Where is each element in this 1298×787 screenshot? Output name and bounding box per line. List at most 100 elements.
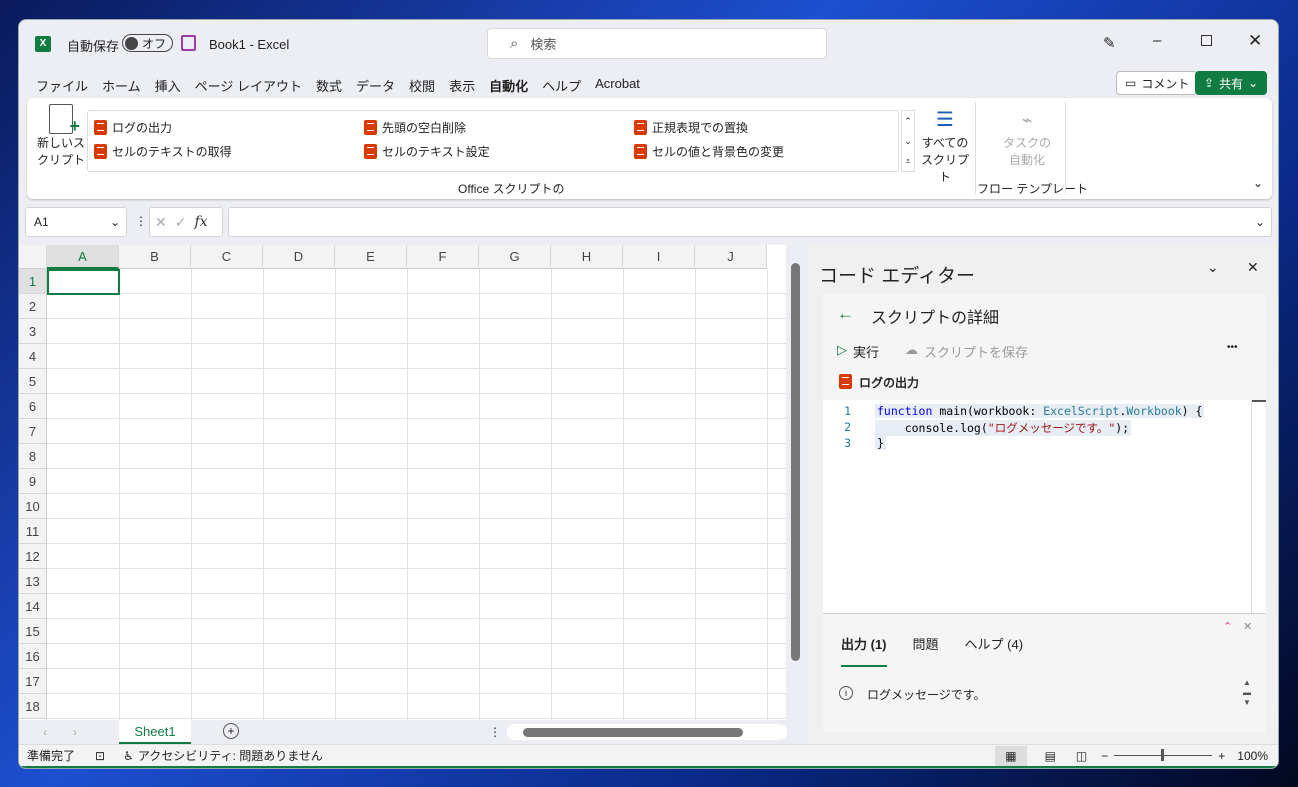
share-button[interactable]: ⇪ 共有 ⌄	[1195, 71, 1268, 95]
output-scrollbar[interactable]: ▲ ▬ ▼	[1243, 678, 1251, 708]
save-script-button[interactable]: ☁ スクリプトを保存	[905, 342, 1028, 361]
collapse-chevron-icon[interactable]: ⌄	[1207, 259, 1219, 276]
column-header-H[interactable]: H	[551, 245, 623, 269]
row-header-12[interactable]: 12	[19, 544, 47, 569]
column-header-E[interactable]: E	[335, 245, 407, 269]
row-header-13[interactable]: 13	[19, 569, 47, 594]
column-header-C[interactable]: C	[191, 245, 263, 269]
row-header-17[interactable]: 17	[19, 669, 47, 694]
script-item[interactable]: 先頭の空白削除	[364, 119, 466, 136]
tab-5[interactable]: データ	[349, 72, 402, 101]
automate-task-button[interactable]: ⌁ タスクの 自動化	[989, 106, 1065, 168]
macro-record-icon[interactable]: ⊡	[95, 749, 105, 763]
normal-view-button[interactable]: ▦	[995, 745, 1027, 766]
code-line[interactable]: }	[875, 436, 886, 450]
row-header-10[interactable]: 10	[19, 494, 47, 519]
row-header-11[interactable]: 11	[19, 519, 47, 544]
row-header-18[interactable]: 18	[19, 694, 47, 719]
close-button[interactable]: ✕	[1248, 31, 1262, 51]
tab-2[interactable]: 挿入	[148, 72, 188, 101]
code-area[interactable]: 1 function main(workbook: ExcelScript.Wor…	[823, 400, 1266, 613]
row-header-1[interactable]: 1	[19, 269, 47, 294]
name-box[interactable]: A1 ⌄	[25, 207, 127, 237]
output-tab-0[interactable]: 出力 (1)	[841, 634, 887, 667]
more-options-button[interactable]: •••	[1227, 342, 1238, 353]
horizontal-scrollbar[interactable]	[507, 724, 787, 740]
tab-0[interactable]: ファイル	[29, 72, 95, 101]
autosave-toggle[interactable]: オフ	[122, 34, 174, 52]
column-header-D[interactable]: D	[263, 245, 335, 269]
column-header-F[interactable]: F	[407, 245, 479, 269]
comment-button[interactable]: ▭ コメント	[1116, 71, 1199, 95]
all-scripts-button[interactable]: ☰ すべての スクリプト	[917, 106, 973, 185]
script-item[interactable]: セルの値と背景色の変更	[634, 143, 784, 160]
script-item[interactable]: ログの出力	[94, 119, 172, 136]
expand-output-icon[interactable]: ⌃	[1223, 620, 1232, 633]
search-box[interactable]: ⌕ 検索	[487, 28, 827, 59]
close-output-icon[interactable]: ✕	[1243, 620, 1252, 633]
formula-input[interactable]: ⌄	[228, 207, 1272, 237]
tab-9[interactable]: ヘルプ	[535, 72, 588, 101]
more-icon[interactable]: ⋮	[135, 214, 147, 228]
save-icon[interactable]	[181, 35, 196, 51]
accessibility-icon[interactable]: ♿	[123, 749, 134, 763]
enter-icon[interactable]: ✓	[175, 214, 187, 231]
row-header-15[interactable]: 15	[19, 619, 47, 644]
tab-3[interactable]: ページ レイアウト	[188, 72, 309, 101]
zoom-slider[interactable]	[1114, 749, 1213, 761]
row-header-14[interactable]: 14	[19, 594, 47, 619]
maximize-button[interactable]	[1201, 35, 1212, 46]
tab-1[interactable]: ホーム	[95, 72, 148, 101]
close-pane-icon[interactable]: ✕	[1247, 259, 1259, 276]
script-item[interactable]: セルのテキスト設定	[364, 143, 490, 160]
active-cell-a1[interactable]	[47, 269, 120, 295]
tab-split-handle[interactable]: ⋮	[489, 725, 501, 739]
tab-10[interactable]: Acrobat	[588, 72, 647, 101]
select-all-corner[interactable]	[19, 245, 47, 269]
row-header-8[interactable]: 8	[19, 444, 47, 469]
row-header-3[interactable]: 3	[19, 319, 47, 344]
row-header-6[interactable]: 6	[19, 394, 47, 419]
code-line[interactable]: console.log("ログメッセージです。");	[875, 420, 1132, 436]
tab-8[interactable]: 自動化	[482, 72, 536, 101]
column-header-G[interactable]: G	[479, 245, 551, 269]
column-header-A[interactable]: A	[47, 245, 119, 269]
page-layout-view-button[interactable]: ▤	[1045, 749, 1056, 763]
fx-icon[interactable]: fx	[194, 214, 207, 230]
back-arrow-icon[interactable]: ←	[837, 304, 854, 324]
accessibility-status[interactable]: アクセシビリティ: 問題ありません	[138, 747, 323, 764]
tab-7[interactable]: 表示	[442, 72, 482, 101]
cancel-icon[interactable]: ✕	[155, 214, 167, 231]
row-header-2[interactable]: 2	[19, 294, 47, 319]
add-sheet-button[interactable]: +	[223, 723, 239, 739]
column-header-B[interactable]: B	[119, 245, 191, 269]
column-header-I[interactable]: I	[623, 245, 695, 269]
output-tab-2[interactable]: ヘルプ (4)	[965, 634, 1024, 667]
output-tab-1[interactable]: 問題	[913, 634, 939, 667]
sheet-tab-sheet1[interactable]: Sheet1	[119, 720, 191, 744]
prev-sheet-icon[interactable]: ‹	[43, 725, 47, 739]
zoom-out-button[interactable]: −	[1101, 749, 1108, 763]
zoom-in-button[interactable]: +	[1218, 749, 1225, 763]
gallery-scroll[interactable]: ⌃ ⌄ ⩡	[901, 110, 915, 172]
run-button[interactable]: ▷ 実行	[837, 342, 879, 361]
row-header-7[interactable]: 7	[19, 419, 47, 444]
row-header-5[interactable]: 5	[19, 369, 47, 394]
page-break-view-button[interactable]: ◫	[1076, 749, 1087, 763]
designer-icon[interactable]: ✎	[1103, 34, 1116, 52]
ribbon-collapse-icon[interactable]: ⌄	[1253, 176, 1263, 190]
row-header-4[interactable]: 4	[19, 344, 47, 369]
vertical-scrollbar[interactable]	[787, 245, 805, 720]
column-header-J[interactable]: J	[695, 245, 767, 269]
script-item[interactable]: 正規表現での置換	[634, 119, 748, 136]
new-script-button[interactable]: + 新しいス クリプト	[35, 104, 87, 168]
script-item[interactable]: セルのテキストの取得	[94, 143, 232, 160]
tab-4[interactable]: 数式	[309, 72, 349, 101]
row-header-9[interactable]: 9	[19, 469, 47, 494]
worksheet-grid[interactable]: A B C D E F G H I J 1 2 3 4 5 6 7 8 9 10 11 12 13 14 15 16 17 18	[19, 245, 786, 720]
code-line[interactable]: function main(workbook: ExcelScript.Work…	[875, 404, 1205, 418]
tab-6[interactable]: 校閲	[402, 72, 442, 101]
next-sheet-icon[interactable]: ›	[73, 725, 77, 739]
row-header-16[interactable]: 16	[19, 644, 47, 669]
zoom-level[interactable]: 100%	[1237, 749, 1268, 763]
